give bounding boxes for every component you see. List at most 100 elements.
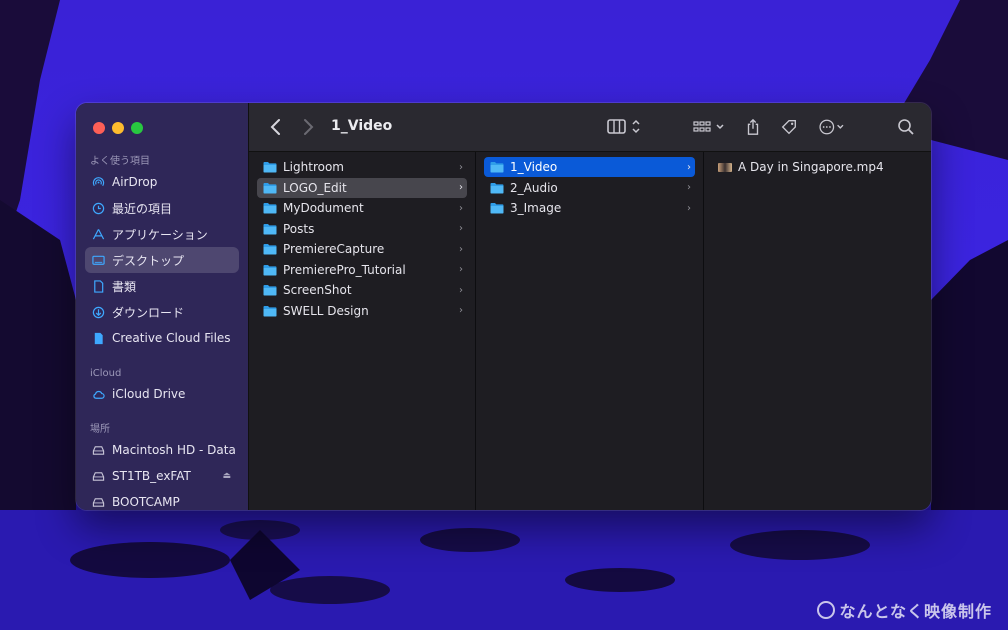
airdrop-icon: [92, 176, 105, 189]
search-icon: [898, 119, 914, 135]
folder-row[interactable]: PremierePro_Tutorial ›: [257, 260, 467, 280]
sidebar-item-bootcamp[interactable]: BOOTCAMP: [85, 489, 239, 510]
main-area: 1_Video Lightroom › LOGO_Edit › MyDodume…: [249, 103, 931, 510]
folder-name: MyDodument: [283, 201, 364, 215]
eject-icon[interactable]: ⏏: [222, 471, 231, 481]
share-button[interactable]: [745, 117, 761, 137]
sidebar-item-label: BOOTCAMP: [112, 495, 180, 509]
group-button[interactable]: [693, 117, 727, 137]
file-icon: [92, 332, 105, 345]
minimize-button[interactable]: [112, 122, 124, 134]
column-1: Lightroom › LOGO_Edit › MyDodument › Posts › Pre…: [249, 152, 476, 510]
folder-name: PremiereCapture: [283, 242, 385, 256]
window-controls: [93, 122, 143, 134]
folder-row[interactable]: LOGO_Edit ›: [257, 177, 467, 198]
chevron-right-icon: ›: [459, 202, 463, 214]
view-columns-button[interactable]: [607, 117, 641, 137]
folder-icon: [490, 182, 504, 193]
folder-name: PremierePro_Tutorial: [283, 262, 406, 277]
folder-icon: [263, 285, 277, 296]
column-3: A Day in Singapore.mp4: [704, 152, 931, 510]
folder-name: 2_Audio: [510, 180, 558, 195]
column-2: 1_Video › 2_Audio › 3_Image ›: [476, 152, 704, 510]
folder-icon: [490, 162, 504, 173]
sidebar-header-favorites: よく使う項目: [90, 156, 150, 167]
sidebar-item-icloud-drive[interactable]: iCloud Drive: [85, 381, 239, 407]
desktop-icon: [92, 254, 105, 267]
window-title: 1_Video: [331, 118, 393, 134]
disk-icon: [92, 470, 105, 483]
toolbar: 1_Video: [249, 103, 931, 152]
chevron-right-icon: ›: [459, 182, 463, 193]
forward-icon[interactable]: [301, 118, 315, 136]
folder-row[interactable]: Posts ›: [257, 219, 467, 239]
navigation: [269, 118, 315, 136]
sidebar-item-desktop-3[interactable]: デスクトップ: [85, 247, 239, 273]
folder-name: SWELL Design: [283, 303, 369, 318]
sidebar-item-document-4[interactable]: 書類: [85, 273, 239, 299]
close-button[interactable]: [93, 122, 105, 134]
folder-row[interactable]: PremiereCapture ›: [257, 239, 467, 259]
sidebar-item-download-5[interactable]: ダウンロード: [85, 299, 239, 325]
chevron-right-icon: ›: [687, 161, 691, 173]
file-name: A Day in Singapore.mp4: [738, 160, 884, 174]
video-file-icon: [718, 162, 732, 172]
sidebar-item-label: 書類: [112, 279, 137, 294]
watermark-text: なんとなく映像制作: [839, 602, 992, 621]
sidebar-item-clock-1[interactable]: 最近の項目: [85, 195, 239, 221]
sidebar-item-airdrop[interactable]: AirDrop: [85, 169, 239, 195]
sidebar-favorites: よく使う項目 AirDrop 最近の項目 アプリケーションデスクトップ 書類ダウンロー…: [76, 155, 248, 351]
sidebar-item-label: ST1TB_exFAT: [112, 469, 191, 483]
document-icon: [92, 279, 105, 293]
sidebar-item-st1tb-exfat[interactable]: ST1TB_exFAT ⏏: [85, 463, 239, 489]
watermark: なんとなく映像制作: [817, 598, 992, 622]
tag-icon: [781, 120, 796, 135]
folder-row[interactable]: ScreenShot ›: [257, 280, 467, 300]
folder-row[interactable]: 1_Video ›: [484, 157, 695, 177]
chevron-right-icon: ›: [459, 243, 463, 255]
folder-icon: [263, 203, 277, 214]
folder-row[interactable]: 2_Audio ›: [484, 178, 695, 198]
folder-icon: [263, 162, 277, 173]
sidebar-locations: 場所 Macintosh HD - Data ST1TB_exFAT ⏏ BOOTCA…: [76, 423, 248, 510]
folder-row[interactable]: SWELL Design ›: [257, 301, 467, 321]
sidebar-item-label: Creative Cloud Files: [112, 331, 231, 345]
share-icon: [747, 118, 759, 135]
sidebar-item-label: Macintosh HD - Data: [112, 443, 236, 457]
folder-icon: [263, 264, 277, 275]
more-icon: [819, 119, 844, 135]
sidebar-item-label: ダウンロード: [112, 305, 185, 320]
folder-name: LOGO_Edit: [283, 180, 347, 195]
folder-row[interactable]: 3_Image ›: [484, 198, 695, 218]
tag-button[interactable]: [779, 117, 799, 137]
chevron-right-icon: ›: [687, 202, 691, 214]
clock-icon: [92, 202, 105, 215]
sidebar: よく使う項目 AirDrop 最近の項目 アプリケーションデスクトップ 書類ダウンロー…: [76, 103, 249, 510]
sidebar-item-label: iCloud Drive: [112, 387, 186, 401]
folder-icon: [263, 182, 277, 193]
finder-window: よく使う項目 AirDrop 最近の項目 アプリケーションデスクトップ 書類ダウンロー…: [76, 103, 931, 510]
sidebar-item-macintosh-hd-data[interactable]: Macintosh HD - Data: [85, 437, 239, 463]
sidebar-item-applications-2[interactable]: アプリケーション: [85, 221, 239, 247]
folder-name: ScreenShot: [283, 283, 352, 297]
folder-name: 1_Video: [510, 160, 558, 174]
columns-view-icon: [607, 119, 640, 134]
sidebar-item-creative-cloud-files[interactable]: Creative Cloud Files: [85, 325, 239, 351]
grid-group-icon: [693, 121, 724, 132]
sidebar-item-label: デスクトップ: [112, 253, 185, 268]
chevron-right-icon: ›: [459, 284, 463, 296]
search-button[interactable]: [897, 117, 915, 137]
folder-icon: [263, 223, 277, 234]
folder-icon: [263, 244, 277, 255]
chevron-right-icon: ›: [687, 182, 691, 193]
action-button[interactable]: [817, 117, 851, 137]
folder-name: 3_Image: [510, 201, 562, 215]
folder-name: Posts: [283, 221, 315, 236]
folder-row[interactable]: MyDodument ›: [257, 198, 467, 218]
file-row[interactable]: A Day in Singapore.mp4: [712, 157, 923, 177]
zoom-button[interactable]: [131, 122, 143, 134]
folder-row[interactable]: Lightroom ›: [257, 157, 467, 177]
chevron-right-icon: ›: [459, 305, 463, 316]
back-icon[interactable]: [269, 118, 283, 136]
watermark-logo-icon: [817, 601, 836, 619]
